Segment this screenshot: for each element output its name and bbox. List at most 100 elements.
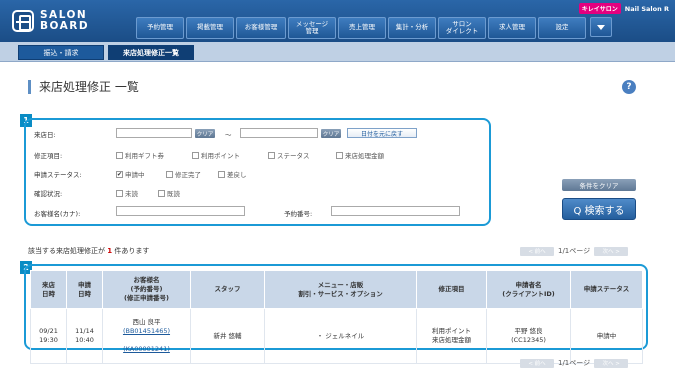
- checkbox-unread[interactable]: 未読: [116, 188, 138, 198]
- checkbox-label: 利用ギフト券: [125, 152, 164, 160]
- checkbox-box: [268, 151, 275, 159]
- next-page-button[interactable]: 次へ >: [594, 246, 629, 256]
- col-menu: メニュー・店販 割引・サービス・オプション: [264, 270, 417, 309]
- checkbox-box: [192, 151, 199, 159]
- booking-number-label: 予約番号:: [284, 210, 313, 218]
- checkbox-box: [158, 189, 165, 197]
- customer-name-label: お客様名(カナ):: [34, 210, 81, 218]
- nav-salon-direct[interactable]: サロン ダイレクト: [438, 17, 486, 39]
- checkbox-box: [116, 151, 123, 159]
- checkbox-label: 未読: [125, 190, 138, 198]
- checkbox-box: [116, 189, 123, 197]
- results-table: 来店 日時 申請 日時 お客様名 (予約番号) (修正申請番号) スタッフ メニ…: [30, 270, 643, 364]
- cell-correction-item: 利用ポイント 来店処理金額: [416, 308, 487, 364]
- checkbox-applying[interactable]: ✔ 申請中: [116, 169, 145, 179]
- checkbox-label: 修正完了: [175, 171, 201, 179]
- checkbox-gift-voucher[interactable]: 利用ギフト券: [116, 150, 164, 160]
- table-header-row: 来店 日時 申請 日時 お客様名 (予約番号) (修正申請番号) スタッフ メニ…: [30, 270, 643, 309]
- nav-recruiting[interactable]: 求人管理: [488, 17, 536, 39]
- result-count: 1: [107, 247, 113, 255]
- subnav-visit-correction-list[interactable]: 来店処理修正一覧: [108, 45, 194, 60]
- prev-page-button[interactable]: < 前へ: [520, 246, 554, 256]
- page-title: 来店処理修正 一覧: [28, 80, 139, 94]
- logo-line2: BOARD: [40, 20, 90, 32]
- checkbox-box: [336, 151, 343, 159]
- pager-bottom: < 前へ 1/1ページ 次へ >: [520, 358, 629, 368]
- help-icon[interactable]: ?: [622, 80, 636, 94]
- checkbox-correction-done[interactable]: 修正完了: [166, 169, 201, 179]
- page-indicator: 1/1ページ: [558, 359, 591, 367]
- checkbox-points[interactable]: 利用ポイント: [192, 150, 240, 160]
- checkbox-visit-amount[interactable]: 来店処理金額: [336, 150, 384, 160]
- checkbox-label: 申請中: [125, 171, 145, 179]
- checkbox-returned[interactable]: 差戻し: [218, 169, 247, 179]
- visit-date-to-input[interactable]: [240, 128, 318, 138]
- visit-date-from-clear-button[interactable]: クリア: [195, 129, 215, 138]
- next-page-button[interactable]: 次へ >: [594, 358, 629, 368]
- checkbox-label: 来店処理金額: [345, 152, 384, 160]
- customer-name: 西山 良平: [132, 318, 161, 326]
- application-status-label: 申請ステータス:: [34, 171, 82, 179]
- search-button[interactable]: Q 検索する: [562, 198, 636, 220]
- cell-application-datetime: 11/14 10:40: [66, 308, 103, 364]
- booking-number-link[interactable]: (BB01451465): [103, 327, 190, 336]
- main-nav: 予約管理 掲載管理 お客様管理 メッセージ 管理 売上管理 集計・分析 サロン …: [136, 17, 612, 39]
- cell-visit-datetime: 09/21 19:30: [30, 308, 67, 364]
- cell-applicant: 平野 悠良 (CC12345): [486, 308, 571, 364]
- visit-date-label: 来店日:: [34, 131, 56, 139]
- checkbox-label: ステータス: [277, 152, 310, 160]
- cell-menu: ・ ジェルネイル: [264, 308, 417, 364]
- header-bar: SALON BOARD キレイサロン Nail Salon R 予約管理 掲載管理…: [0, 0, 675, 42]
- logo-mark-icon: [12, 10, 34, 32]
- cell-application-status: 申請中: [570, 308, 643, 364]
- page-indicator: 1/1ページ: [558, 247, 591, 255]
- chevron-down-icon: [597, 24, 605, 30]
- correction-items-label: 修正項目:: [34, 152, 63, 160]
- cell-customer: 西山 良平 (BB01451465) (KA00001241): [102, 308, 191, 364]
- checkbox-label: 既読: [167, 190, 180, 198]
- booking-number-input[interactable]: [331, 206, 460, 216]
- cell-staff: 新井 悠輔: [190, 308, 265, 364]
- nav-sales[interactable]: 売上管理: [338, 17, 386, 39]
- result-suffix: 件あります: [114, 247, 150, 255]
- checkbox-status[interactable]: ステータス: [268, 150, 310, 160]
- prev-page-button[interactable]: < 前へ: [520, 358, 554, 368]
- col-correction-item: 修正項目: [416, 270, 487, 309]
- nav-messages[interactable]: メッセージ 管理: [288, 17, 336, 39]
- col-customer: お客様名 (予約番号) (修正申請番号): [102, 270, 191, 309]
- date-range-separator: 〜: [225, 131, 232, 139]
- col-applicant: 申請者名 (クライアントID): [486, 270, 571, 309]
- nav-listings[interactable]: 掲載管理: [186, 17, 234, 39]
- col-application-datetime: 申請 日時: [66, 270, 103, 309]
- col-visit-datetime: 来店 日時: [30, 270, 67, 309]
- shop-name: Nail Salon R: [624, 4, 669, 13]
- nav-dropdown-button[interactable]: [590, 17, 612, 37]
- nav-analytics[interactable]: 集計・分析: [388, 17, 436, 39]
- customer-name-input[interactable]: [116, 206, 245, 216]
- subnav-transfer-billing[interactable]: 振込・請求: [18, 45, 104, 60]
- nav-reservations[interactable]: 予約管理: [136, 17, 184, 39]
- confirmation-status-label: 確認状況:: [34, 190, 63, 198]
- checkbox-box: [166, 170, 173, 178]
- clear-conditions-button[interactable]: 条件をクリア: [562, 179, 636, 191]
- col-application-status: 申請ステータス: [570, 270, 643, 309]
- reset-date-button[interactable]: 日付を元に戻す: [347, 128, 417, 138]
- checkbox-label: 差戻し: [227, 171, 247, 179]
- shop-info: キレイサロン Nail Salon R: [578, 3, 669, 14]
- visit-date-to-clear-button[interactable]: クリア: [321, 129, 341, 138]
- visit-date-from-input[interactable]: [116, 128, 192, 138]
- result-count-text: 該当する来店処理修正が 1 件あります: [28, 246, 149, 256]
- shop-brand-badge: キレイサロン: [578, 3, 621, 14]
- salon-board-logo[interactable]: SALON BOARD: [12, 6, 107, 36]
- checkbox-read[interactable]: 既読: [158, 188, 180, 198]
- table-row[interactable]: 09/21 19:30 11/14 10:40 西山 良平 (BB0145146…: [30, 308, 643, 364]
- checkbox-box: [218, 170, 225, 178]
- result-prefix: 該当する来店処理修正が: [28, 247, 105, 255]
- sub-nav: 振込・請求 来店処理修正一覧: [0, 42, 675, 62]
- correction-number-link[interactable]: (KA00001241): [103, 345, 190, 354]
- pager-top: < 前へ 1/1ページ 次へ >: [520, 246, 629, 256]
- nav-customers[interactable]: お客様管理: [236, 17, 286, 39]
- nav-settings[interactable]: 設定: [538, 17, 586, 39]
- col-staff: スタッフ: [190, 270, 265, 309]
- checkbox-checked-icon: ✔: [116, 170, 123, 178]
